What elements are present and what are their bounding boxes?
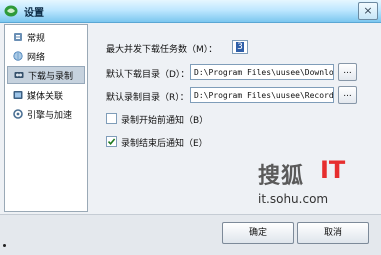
sidebar-item-download-record[interactable]: 下载与录制 [7, 66, 85, 84]
record-dir-browse-button[interactable]: ... [338, 86, 357, 104]
download-record-icon [14, 72, 24, 78]
settings-window: 设置 × 常规 网络 下载与录制 媒体关联 引擎与加速 最大并发下载任务数（M）… [0, 0, 381, 255]
notify-after-label: 录制结束后通知（E） [121, 139, 208, 149]
sidebar-item-media-association[interactable]: 媒体关联 [7, 86, 85, 104]
sidebar-item-network[interactable]: 网络 [7, 47, 85, 65]
app-logo-icon [4, 5, 18, 17]
status-dot [3, 244, 6, 247]
sidebar-item-label: 媒体关联 [27, 91, 64, 102]
ok-button[interactable]: 确定 [222, 222, 294, 244]
sidebar-item-label: 下载与录制 [28, 71, 74, 82]
sohu-watermark-url: it.sohu.com [258, 192, 329, 206]
sidebar-item-general[interactable]: 常规 [7, 28, 85, 46]
checkmark-icon [107, 138, 116, 146]
title-bar[interactable]: 设置 × [0, 0, 381, 23]
download-dir-input[interactable]: D:\Program Files\uusee\Download [190, 64, 334, 80]
media-association-icon [13, 91, 23, 99]
sidebar-item-engine-acceleration[interactable]: 引擎与加速 [7, 105, 85, 123]
notify-after-checkbox[interactable] [106, 136, 117, 147]
notify-before-label: 录制开始前通知（B） [121, 116, 209, 126]
cancel-button[interactable]: 取消 [297, 222, 369, 244]
max-tasks-label: 最大并发下载任务数（M）： [106, 45, 218, 55]
notify-before-checkbox[interactable] [106, 113, 117, 124]
download-dir-browse-button[interactable]: ... [338, 63, 357, 81]
close-button[interactable]: × [358, 2, 378, 20]
sohu-watermark-it: IT [320, 156, 346, 184]
download-dir-label: 默认下载目录（D）： [106, 70, 190, 80]
sidebar-item-label: 常规 [27, 33, 46, 44]
max-tasks-input[interactable]: 3 [232, 40, 248, 54]
sidebar-item-label: 引擎与加速 [27, 110, 73, 121]
sohu-watermark-text: 搜狐 [258, 163, 305, 189]
general-icon [14, 33, 22, 41]
sidebar-item-label: 网络 [27, 52, 46, 63]
network-globe-icon [13, 51, 23, 61]
settings-sidebar: 常规 网络 下载与录制 媒体关联 引擎与加速 [4, 24, 88, 212]
record-dir-label: 默认录制目录（R）： [106, 93, 189, 103]
window-title: 设置 [24, 8, 44, 19]
max-tasks-value: 3 [236, 42, 244, 52]
record-dir-input[interactable]: D:\Program Files\uusee\Record [190, 87, 334, 103]
engine-acceleration-icon [13, 109, 23, 119]
